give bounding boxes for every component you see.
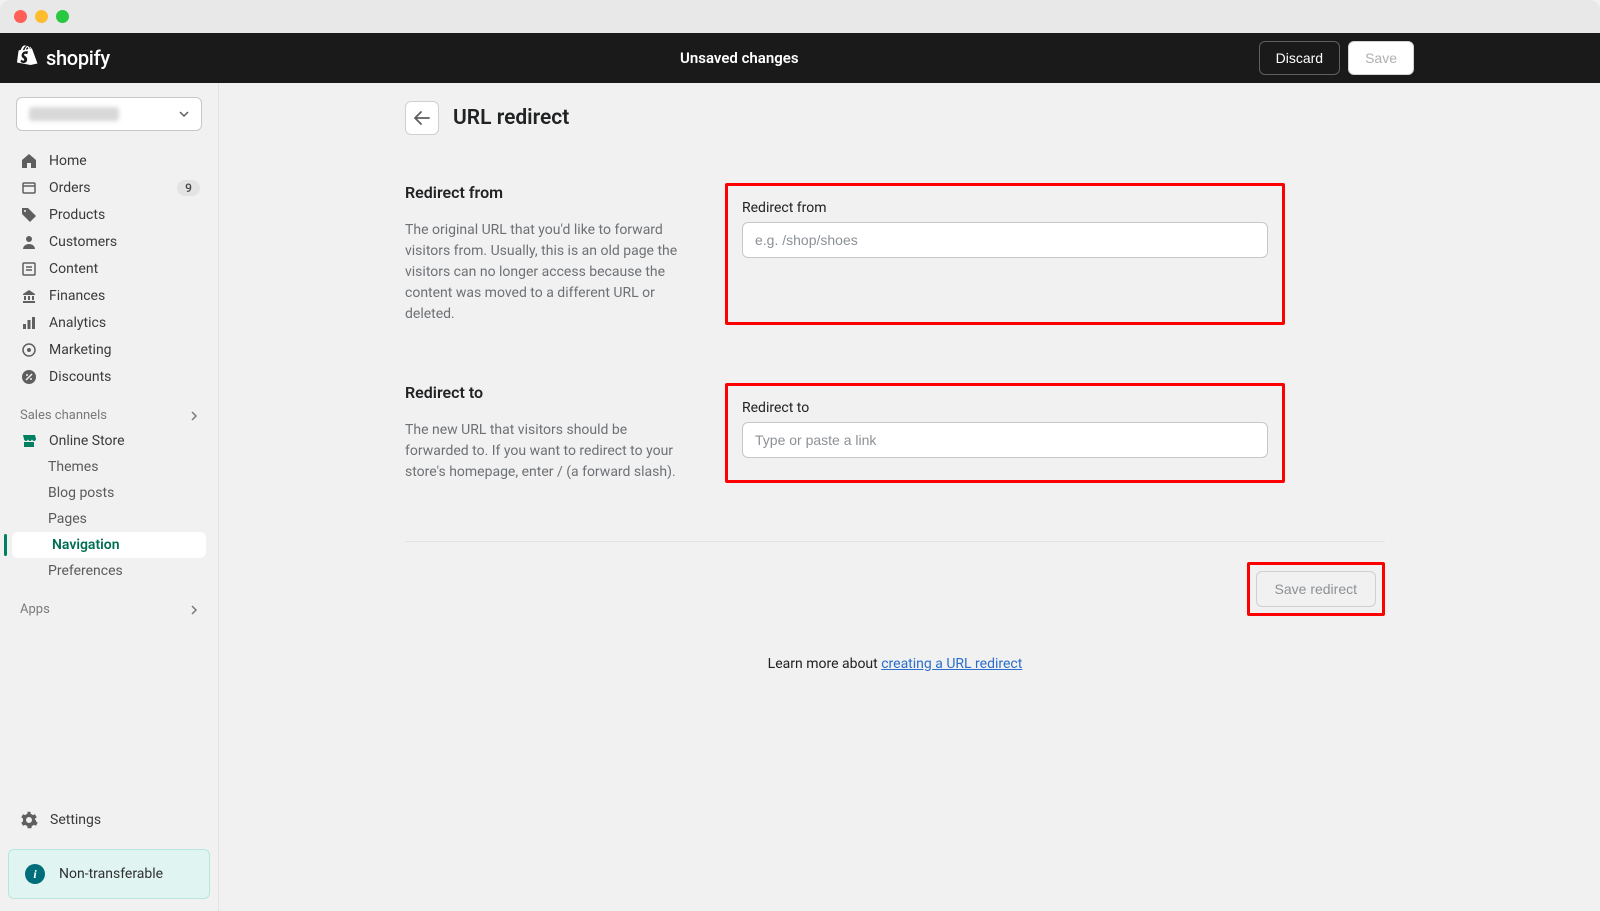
window-minimize-button[interactable] <box>35 10 48 23</box>
nav-products[interactable]: Products <box>8 201 210 228</box>
brand-name: shopify <box>46 46 110 70</box>
home-icon <box>20 152 37 169</box>
learn-more-text: Learn more about creating a URL redirect <box>405 656 1385 672</box>
redirect-to-highlight: Redirect to <box>725 383 1285 483</box>
nav-label: Content <box>49 261 200 277</box>
section-redirect-from: Redirect from The original URL that you'… <box>405 183 1385 325</box>
section-heading: Redirect to <box>405 383 685 402</box>
chevron-right-icon <box>190 410 198 422</box>
arrow-left-icon <box>414 111 430 125</box>
page-header: URL redirect <box>405 101 1385 135</box>
orders-badge: 9 <box>177 180 200 196</box>
sub-blog-posts[interactable]: Blog posts <box>8 480 210 506</box>
discard-button[interactable]: Discard <box>1259 41 1340 75</box>
info-icon: i <box>25 864 45 884</box>
nav-finances[interactable]: Finances <box>8 282 210 309</box>
brand-logo[interactable]: shopify <box>16 45 220 71</box>
redirect-from-label: Redirect from <box>742 200 1268 216</box>
section-description: The original URL that you'd like to forw… <box>405 220 685 325</box>
section-heading: Redirect from <box>405 183 685 202</box>
redirect-to-input[interactable] <box>742 422 1268 458</box>
nav-label: Finances <box>49 288 200 304</box>
sub-label: Navigation <box>52 537 120 553</box>
apps-label: Apps <box>20 602 50 617</box>
sub-label: Themes <box>48 459 98 475</box>
sub-label: Preferences <box>48 563 123 579</box>
sub-themes[interactable]: Themes <box>8 454 210 480</box>
save-button[interactable]: Save <box>1348 41 1414 75</box>
orders-icon <box>20 179 37 196</box>
window-close-button[interactable] <box>14 10 27 23</box>
sub-label: Pages <box>48 511 87 527</box>
window-maximize-button[interactable] <box>56 10 69 23</box>
nav-orders[interactable]: Orders 9 <box>8 174 210 201</box>
nav-label: Products <box>49 207 200 223</box>
nav-label: Online Store <box>49 433 200 449</box>
settings-label: Settings <box>50 812 101 828</box>
shopify-icon <box>16 45 40 71</box>
analytics-icon <box>20 314 37 331</box>
divider <box>405 541 1385 542</box>
section-description: The new URL that visitors should be forw… <box>405 420 685 483</box>
nav-discounts[interactable]: Discounts <box>8 363 210 390</box>
section-redirect-to: Redirect to The new URL that visitors sh… <box>405 383 1385 483</box>
chevron-down-icon <box>179 111 189 117</box>
actions-row: Save redirect <box>405 562 1385 616</box>
nav-label: Marketing <box>49 342 200 358</box>
save-redirect-button[interactable]: Save redirect <box>1256 571 1376 607</box>
sales-channels-header[interactable]: Sales channels <box>8 400 210 427</box>
nav-label: Customers <box>49 234 200 250</box>
nav-label: Orders <box>49 180 165 196</box>
customers-icon <box>20 233 37 250</box>
nav-settings[interactable]: Settings <box>8 805 210 835</box>
nav-customers[interactable]: Customers <box>8 228 210 255</box>
redirect-to-label: Redirect to <box>742 400 1268 416</box>
unsaved-changes-label: Unsaved changes <box>680 49 799 67</box>
finances-icon <box>20 287 37 304</box>
sales-channels-label: Sales channels <box>20 408 107 423</box>
chevron-right-icon <box>190 604 198 616</box>
nav-online-store[interactable]: Online Store <box>8 427 210 454</box>
content-area: URL redirect Redirect from The original … <box>219 83 1600 911</box>
sub-preferences[interactable]: Preferences <box>8 558 210 584</box>
products-icon <box>20 206 37 223</box>
nav-content[interactable]: Content <box>8 255 210 282</box>
gear-icon <box>20 811 38 829</box>
topbar: shopify Unsaved changes Discard Save <box>0 33 1600 83</box>
learn-more-prefix: Learn more about <box>768 656 882 672</box>
info-box-text: Non-transferable <box>59 866 163 882</box>
sub-label: Blog posts <box>48 485 114 501</box>
discounts-icon <box>20 368 37 385</box>
window-titlebar <box>0 0 1600 33</box>
info-box: i Non-transferable <box>8 849 210 899</box>
learn-more-link[interactable]: creating a URL redirect <box>881 656 1022 672</box>
redirect-from-input[interactable] <box>742 222 1268 258</box>
nav-label: Home <box>49 153 200 169</box>
back-button[interactable] <box>405 101 439 135</box>
sub-navigation[interactable]: Navigation <box>12 532 206 558</box>
store-selector[interactable] <box>16 97 202 131</box>
primary-nav: Home Orders 9 Products Customers Content <box>8 147 210 390</box>
nav-label: Analytics <box>49 315 200 331</box>
marketing-icon <box>20 341 37 358</box>
apps-header[interactable]: Apps <box>8 594 210 621</box>
online-store-icon <box>20 432 37 449</box>
store-name-redacted <box>29 107 119 121</box>
save-redirect-highlight: Save redirect <box>1247 562 1385 616</box>
redirect-from-highlight: Redirect from <box>725 183 1285 325</box>
nav-label: Discounts <box>49 369 200 385</box>
sidebar: Home Orders 9 Products Customers Content <box>0 83 219 911</box>
page-title: URL redirect <box>453 106 569 130</box>
nav-home[interactable]: Home <box>8 147 210 174</box>
content-icon <box>20 260 37 277</box>
nav-marketing[interactable]: Marketing <box>8 336 210 363</box>
sub-pages[interactable]: Pages <box>8 506 210 532</box>
nav-analytics[interactable]: Analytics <box>8 309 210 336</box>
